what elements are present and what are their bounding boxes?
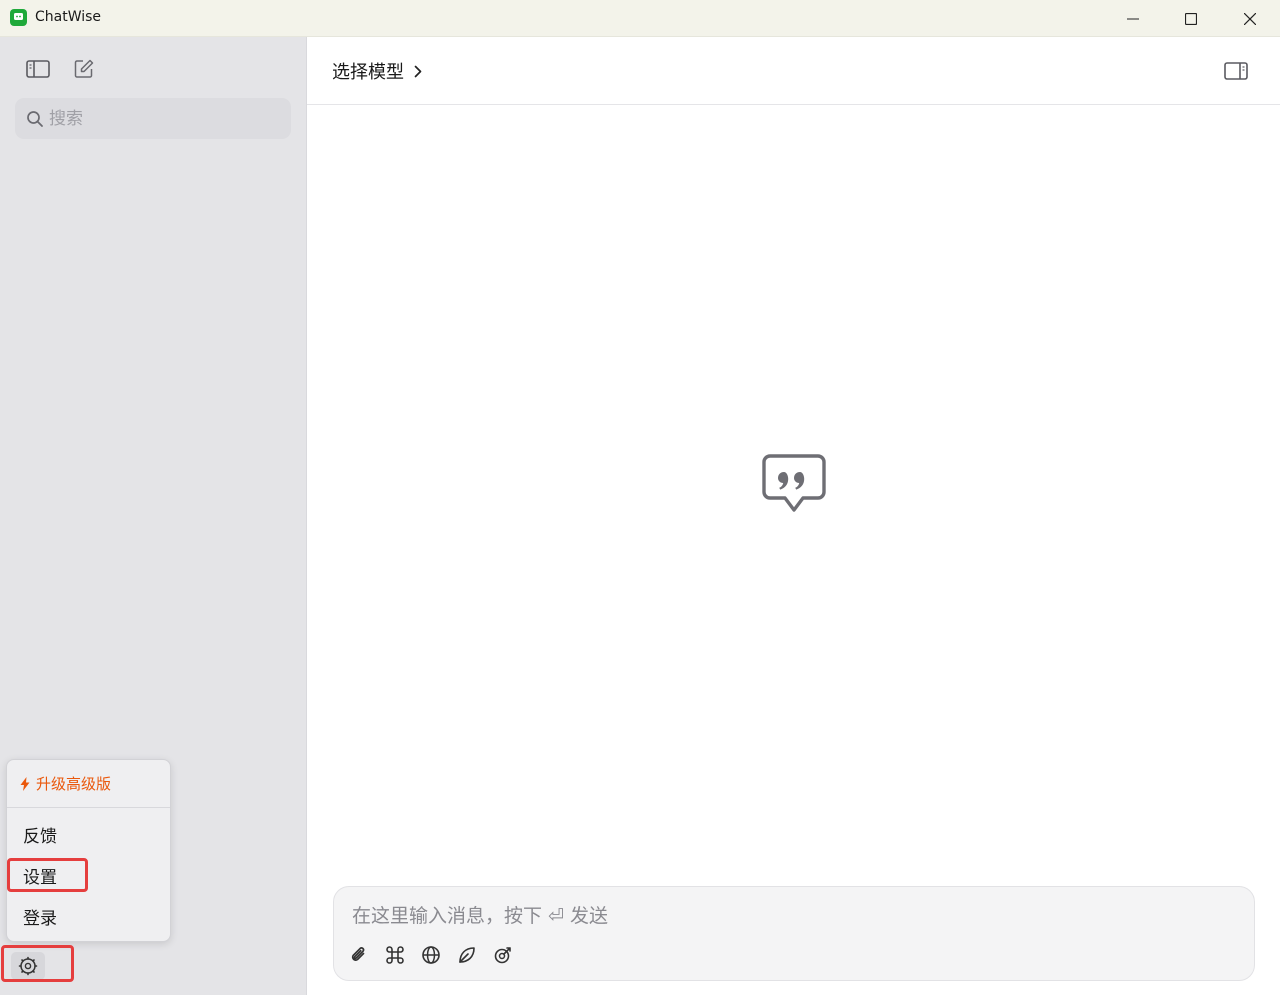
message-composer (333, 886, 1255, 981)
leaf-button[interactable] (455, 943, 479, 967)
search-box[interactable] (15, 98, 291, 139)
toggle-right-panel-button[interactable] (1222, 57, 1250, 85)
tools-button[interactable] (491, 943, 515, 967)
model-selector-label: 选择模型 (332, 62, 404, 83)
close-button[interactable] (1221, 0, 1279, 37)
app-logo-icon (10, 9, 27, 26)
settings-highlight-box (7, 858, 88, 892)
toggle-sidebar-button[interactable] (24, 55, 52, 83)
model-selector[interactable]: 选择模型 (332, 58, 422, 84)
search-icon (25, 109, 45, 129)
close-icon (1244, 12, 1256, 25)
minimize-icon (1127, 18, 1139, 19)
leaf-icon (459, 947, 475, 963)
minimize-button[interactable] (1104, 0, 1162, 37)
menu-item-feedback[interactable]: 反馈 (7, 814, 170, 854)
upgrade-menu-item[interactable]: 升级高级版 (7, 760, 170, 807)
tools-icon (494, 947, 511, 964)
sidebar-toggle-icon (26, 60, 50, 78)
command-icon (386, 946, 404, 964)
maximize-icon (1185, 12, 1197, 25)
menu-item-login[interactable]: 登录 (7, 896, 170, 936)
main-header: 选择模型 (307, 37, 1280, 105)
search-input[interactable] (49, 108, 279, 129)
title-bar: ChatWise (0, 0, 1280, 37)
message-input[interactable] (352, 901, 1232, 931)
upgrade-label: 升级高级版 (36, 775, 112, 793)
right-panel-icon (1224, 62, 1248, 80)
account-menu: 升级高级版 反馈 设置 登录 (6, 759, 171, 942)
globe-icon (422, 946, 440, 964)
web-search-button[interactable] (419, 943, 443, 967)
attach-button[interactable] (347, 943, 371, 967)
maximize-button[interactable] (1162, 0, 1220, 37)
menu-divider (7, 807, 170, 808)
gear-highlight-box (1, 945, 74, 982)
new-chat-button[interactable] (70, 55, 98, 83)
command-button[interactable] (383, 943, 407, 967)
chevron-right-icon (414, 65, 422, 77)
lightning-icon (20, 776, 30, 791)
compose-icon (74, 59, 94, 78)
attachment-icon (351, 947, 365, 961)
app-title: ChatWise (35, 9, 102, 25)
quote-bubble-icon (761, 453, 827, 515)
